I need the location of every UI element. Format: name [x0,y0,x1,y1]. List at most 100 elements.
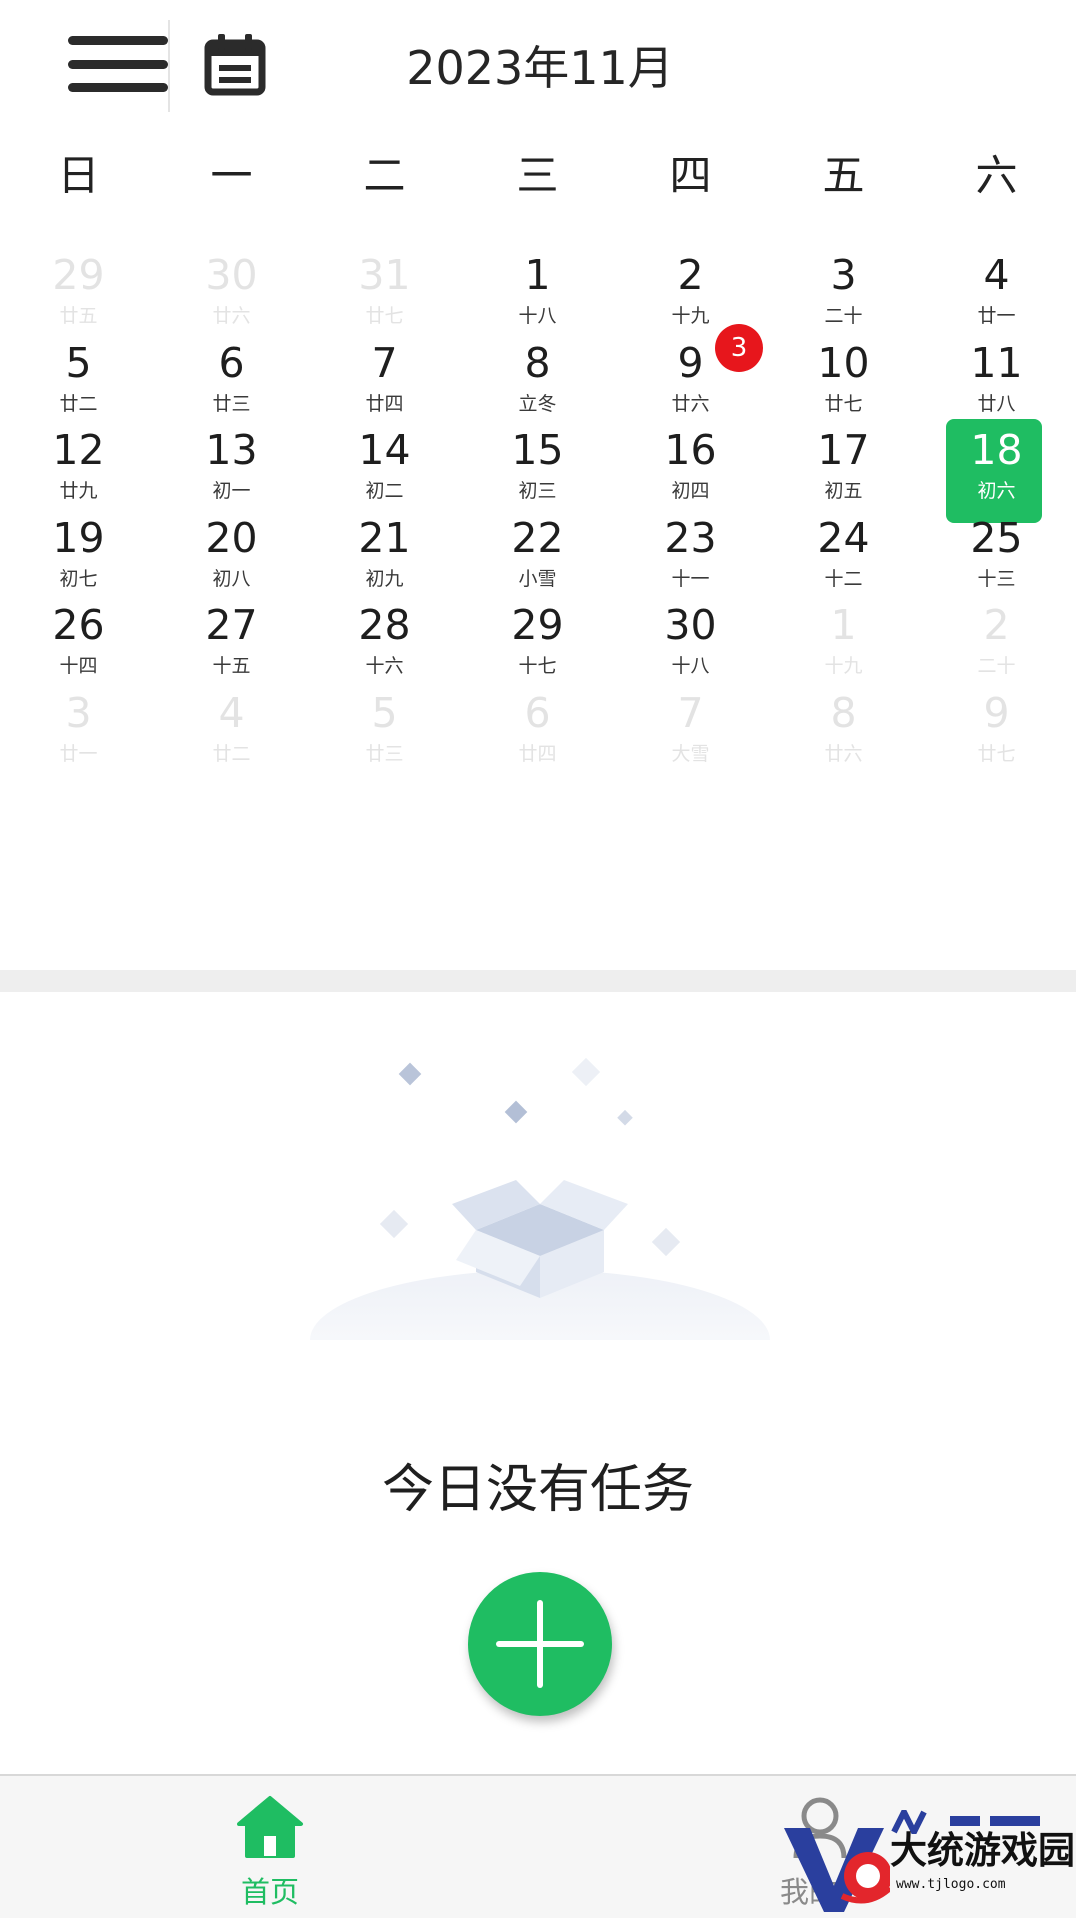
weekday-fri: 五 [822,151,865,200]
day-number: 29 [52,251,105,299]
empty-state-message: 今日没有任务 [381,1460,694,1520]
day-number: 3 [830,251,857,299]
calendar-day[interactable]: 4 廿二 [155,676,308,783]
day-number: 2 [677,251,704,299]
watermark-text: 大统游戏园 [890,1828,1075,1872]
lunar-date: 初八 [212,567,251,590]
lunar-date: 廿九 [59,480,98,502]
day-number: 19 [52,513,105,562]
lunar-date: 十二 [824,567,863,590]
lunar-date: 十八 [518,305,557,327]
weekday-sun: 日 [57,151,100,200]
day-number: 25 [970,513,1023,562]
lunar-date: 廿一 [977,305,1016,327]
lunar-date: 廿七 [365,305,404,327]
day-number: 1 [830,601,857,649]
day-number: 22 [511,513,564,562]
weekday-tue: 二 [363,151,406,200]
day-number: 15 [511,426,564,474]
day-number: 5 [371,688,398,737]
add-task-button[interactable] [468,1572,612,1716]
calendar-icon [204,34,266,96]
nav-label-home: 首页 [240,1875,299,1909]
day-number: 30 [664,601,717,649]
lunar-date: 十七 [518,655,557,677]
day-number: 6 [218,338,245,387]
lunar-date: 初五 [824,480,863,502]
day-number: 5 [65,338,92,387]
calendar-button[interactable] [204,34,266,96]
lunar-date: 十六 [365,655,404,677]
day-number: 26 [52,601,105,649]
lunar-date: 廿一 [59,742,98,765]
calendar-day[interactable]: 9 廿七 [920,676,1073,783]
day-number: 30 [205,251,258,299]
empty-box-illustration [310,1057,770,1340]
home-icon [237,1796,303,1858]
lunar-date: 初九 [365,567,404,590]
day-number: 29 [511,601,564,649]
day-number: 11 [970,338,1023,387]
day-number: 16 [664,426,717,474]
lunar-date: 初二 [365,480,404,502]
day-number: 21 [358,513,411,562]
day-number: 2 [983,601,1010,649]
site-watermark: 大统游戏园 www.tjlogo.com [780,1810,1076,1916]
lunar-date: 初一 [212,480,251,502]
task-count-badge: 3 [715,324,763,372]
plus-icon [468,1572,612,1716]
lunar-date: 廿六 [671,392,710,415]
lunar-date: 廿三 [212,392,251,415]
lunar-date: 十九 [824,655,863,677]
lunar-date: 十三 [977,567,1016,590]
app-header: 2023年11月 [0,0,1076,130]
calendar-grid: 29 廿五 30 廿六 31 廿七 1 十八 2 十九 3 二十 4 廿一 5 廿二 6 廿三 7 廿四 8 立冬 9 廿六 1… [0,238,1076,878]
watermark-logo-icon [784,1828,890,1912]
weekday-header-row: 日 一 二 三 四 五 六 [0,146,1076,206]
day-number: 4 [218,688,245,737]
weekday-wed: 三 [516,151,559,200]
day-number: 28 [358,601,411,649]
calendar-day[interactable]: 3 廿一 [2,676,155,783]
day-number: 17 [817,426,870,474]
lunar-date: 廿二 [59,392,98,415]
day-number: 27 [205,601,258,649]
day-number: 9 [983,688,1010,737]
day-number: 13 [205,426,258,474]
nav-item-home[interactable]: 首页 [210,1794,330,1914]
lunar-date: 小雪 [518,567,557,590]
menu-button[interactable] [68,36,168,92]
lunar-date: 立冬 [518,392,557,415]
lunar-date: 二十 [977,655,1016,677]
lunar-date: 初六 [977,480,1016,502]
day-number: 31 [358,251,411,299]
lunar-date: 廿三 [365,742,404,765]
lunar-date: 廿五 [59,305,98,327]
lunar-date: 廿四 [365,392,404,415]
day-number: 20 [205,513,258,562]
lunar-date: 十八 [671,655,710,677]
day-number: 10 [817,338,870,387]
day-number: 1 [524,251,551,299]
lunar-date: 廿七 [824,392,863,415]
month-title[interactable]: 2023年11月 [380,38,700,98]
lunar-date: 廿六 [212,305,251,327]
calendar-day[interactable]: 6 廿四 [461,676,614,783]
day-number: 4 [983,251,1010,299]
lunar-date: 十五 [212,655,251,677]
day-number: 3 [65,688,92,737]
lunar-date: 廿六 [824,742,863,765]
weekday-mon: 一 [210,151,253,200]
lunar-date: 廿二 [212,742,251,765]
lunar-date: 二十 [824,305,863,327]
calendar-day[interactable]: 5 廿三 [308,676,461,783]
calendar-day[interactable]: 8 廿六 [767,676,920,783]
header-divider [168,20,170,112]
day-number: 12 [52,426,105,474]
calendar-day[interactable]: 7 大雪 [614,676,767,783]
weekday-sat: 六 [975,151,1018,200]
lunar-date: 廿四 [518,742,557,765]
hamburger-menu-icon [68,36,168,92]
lunar-date: 大雪 [671,742,710,765]
section-separator [0,970,1076,992]
